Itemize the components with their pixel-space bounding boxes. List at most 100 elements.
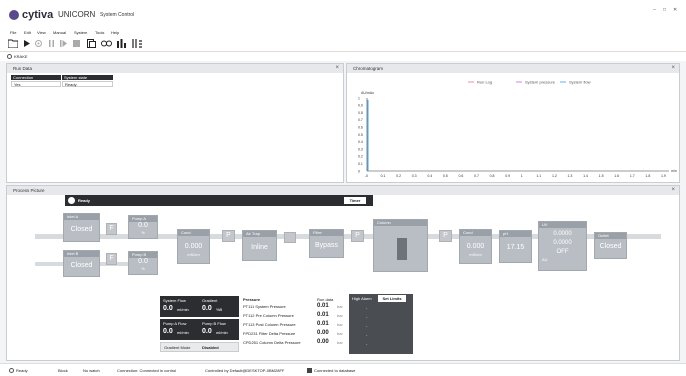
settings-icon[interactable] (34, 39, 43, 48)
outlet-box[interactable]: Outlet Closed (594, 232, 627, 259)
pressure-row-unit: bar (337, 322, 343, 327)
menu-edit[interactable]: Edit (24, 30, 31, 35)
process-picture-panel: Process Picture × Ready Timer Inlet A Cl… (6, 185, 680, 361)
pump-b-box[interactable]: Pump B 0.0 % (128, 251, 158, 275)
filter-box[interactable]: Filter Bypass (309, 229, 344, 258)
run-icon[interactable] (24, 40, 30, 47)
menu-tools[interactable]: Tools (95, 30, 104, 35)
y-axis-unit: AU/mAu (361, 91, 374, 95)
run-data-header-connection: Connection (11, 75, 61, 80)
product-name: UNICORN (58, 10, 96, 19)
inlet-a-label: Inlet A (64, 214, 99, 220)
alarm-value: - (366, 314, 368, 319)
x-tick-label: -0 (365, 174, 368, 178)
pump-a-box[interactable]: Pump A 0.0 % (128, 215, 158, 239)
run-data-connection-value: Yes (11, 81, 61, 87)
module-name: System Control (100, 12, 135, 18)
uv-value-1: 0.0000 (553, 231, 572, 237)
gradient-mode-value: Disabled (202, 345, 219, 350)
menu-system[interactable]: System (74, 30, 87, 35)
pump-b-value: 0.0 (138, 258, 148, 265)
x-tick-label: 0.8 (490, 174, 495, 178)
inlet-a-box[interactable]: Inlet A Closed (63, 213, 100, 242)
inlet-b-box[interactable]: Inlet B Closed (63, 250, 100, 277)
cytiva-logo-icon (9, 10, 19, 20)
x-tick-label: 0.3 (412, 174, 417, 178)
x-tick-label: 0.7 (474, 174, 479, 178)
y-tick-label: 0.2 (358, 155, 363, 159)
pump-a-flow-unit: ml/min (177, 330, 189, 335)
run-status-bar: Ready Timer (65, 195, 373, 206)
gradient-mode-label: Gradient Mode (164, 345, 191, 350)
maximize-button[interactable]: □ (663, 7, 666, 13)
continue-icon[interactable] (60, 40, 67, 47)
legend-label: System pressure (525, 80, 556, 85)
link-icon[interactable] (101, 39, 112, 48)
status-database: Connected to database (314, 368, 356, 373)
system-flow-label: System Flow (163, 298, 186, 303)
menu-help[interactable]: Help (111, 30, 119, 35)
system-flow-unit: ml/min (177, 307, 189, 312)
pump-b-unit: % (141, 266, 145, 271)
uv-box[interactable]: UV 0.0000 0.0000 OFF AU (538, 221, 587, 271)
x-tick-label: 1.2 (552, 174, 557, 178)
process-picture-title: Process Picture (7, 186, 679, 195)
system-name[interactable]: KRAKE (14, 54, 28, 59)
x-tick-label: 1.3 (568, 174, 573, 178)
columns-icon[interactable] (132, 39, 142, 48)
ready-status-icon (68, 197, 75, 204)
ready-icon (9, 368, 14, 373)
column-box[interactable]: Column (373, 219, 428, 272)
run-data-table: Connection System state Yes Ready (11, 75, 113, 87)
chromatogram-close-icon[interactable]: × (671, 64, 675, 73)
cond-1-label: Cond (178, 230, 209, 236)
pressure-row-unit: bar (337, 340, 343, 345)
legend-label: Run Log (477, 80, 492, 85)
pause-icon[interactable] (49, 40, 54, 47)
air-sensor-icon (284, 232, 296, 243)
alarm-value: - (366, 332, 368, 337)
pressure-row-value: 0.00 (317, 339, 329, 345)
close-window-button[interactable]: ✕ (673, 7, 677, 13)
system-tab-bar: KRAKE (0, 52, 686, 61)
ph-value: 17.15 (506, 244, 525, 251)
bar-chart-icon[interactable] (117, 39, 127, 48)
y-tick-label: 0.8 (358, 111, 363, 115)
pressure-row-unit: bar (337, 304, 343, 309)
chromatogram-chart[interactable]: Run Log System pressure System flowAU/mAu1… (347, 73, 679, 183)
gradient-label: Gradient (202, 298, 218, 303)
menu-view[interactable]: View (37, 30, 46, 35)
inlet-b-value: Closed (70, 262, 93, 269)
folder-icon[interactable] (8, 39, 18, 48)
status-ready: Ready (16, 368, 28, 373)
method-icon[interactable] (87, 39, 96, 48)
process-picture-close-icon[interactable]: × (671, 186, 675, 195)
pressure-row-value: 0.01 (317, 321, 329, 327)
menu-file[interactable]: File (10, 30, 16, 35)
pressure-row-unit: bar (337, 331, 343, 336)
status-connection: Connection: Connected in control (117, 368, 177, 373)
alarm-value: - (366, 341, 368, 346)
run-data-close-icon[interactable]: × (335, 64, 339, 73)
timer-button[interactable]: Timer (344, 197, 366, 204)
alarm-value: - (366, 323, 368, 328)
y-tick-label: 0 (358, 169, 360, 173)
run-data-title: Run Data (7, 64, 343, 73)
status-no-watch: No watch (83, 368, 100, 373)
pump-a-flow-value: 0.0 (163, 328, 173, 335)
stop-icon[interactable] (73, 40, 80, 47)
menu-manual[interactable]: Manual (53, 30, 66, 35)
cond-2-box[interactable]: Cond 0.000 mS/cm (459, 229, 492, 264)
x-tick-label: 1 (521, 174, 523, 178)
x-tick-label: 0.9 (505, 174, 510, 178)
system-flow-value: 0.0 (163, 305, 173, 312)
air-trap-box[interactable]: Air Trap Inline (242, 230, 277, 261)
cond-1-box[interactable]: Cond 0.000 mS/cm (177, 229, 210, 264)
set-limits-button[interactable]: Set Limits (378, 295, 406, 302)
pump-b-flow-label: Pump B Flow (202, 321, 226, 326)
minimize-button[interactable]: – (653, 7, 656, 13)
pressure-row-value: 0.01 (317, 303, 329, 309)
x-tick-label: 0.6 (458, 174, 463, 178)
ph-box[interactable]: pH 17.15 (499, 230, 532, 263)
cond-2-label: Cond (460, 230, 491, 236)
